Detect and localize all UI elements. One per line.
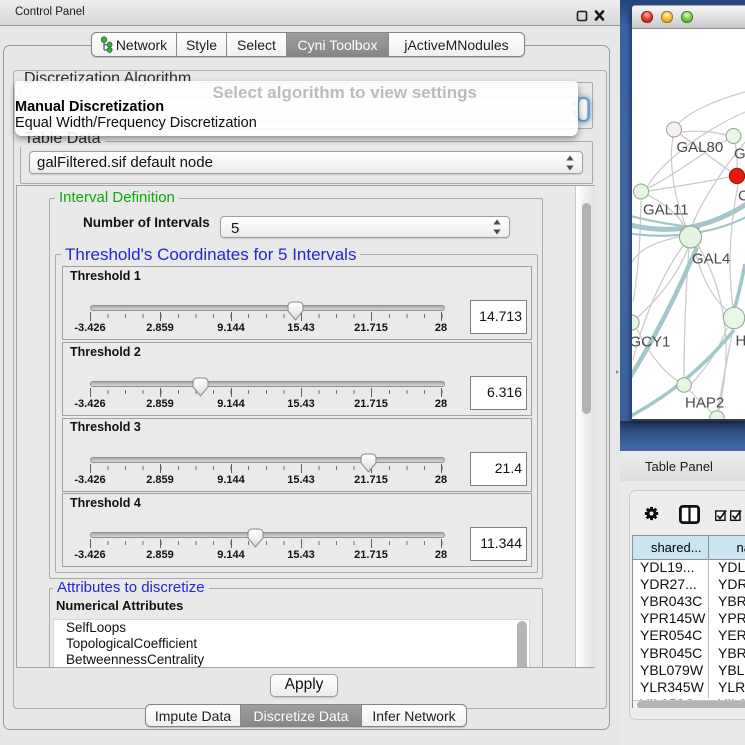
svg-text:GAL3: GAL3 [734, 146, 745, 163]
svg-text:HAP2: HAP2 [685, 395, 724, 412]
svg-text:GAL4: GAL4 [692, 251, 730, 268]
svg-text:GAL11: GAL11 [643, 202, 689, 219]
svg-text:GAL80: GAL80 [677, 139, 724, 156]
svg-text:HIS7: HIS7 [736, 333, 745, 350]
svg-text:GCY1: GCY1 [632, 334, 670, 351]
svg-text:CDC6: CDC6 [738, 188, 745, 205]
